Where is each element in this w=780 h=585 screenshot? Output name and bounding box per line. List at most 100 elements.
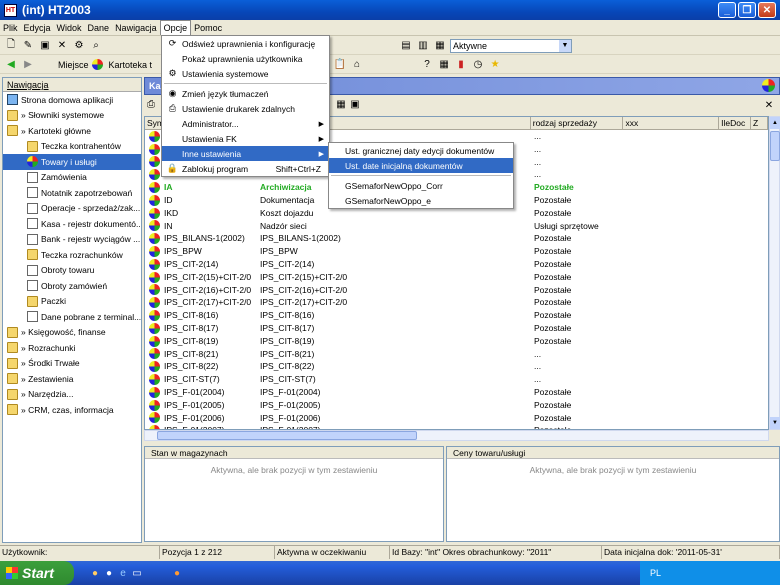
scroll-up-icon[interactable]: ▲ <box>770 117 780 129</box>
table-row[interactable]: IPS_CIT-2(14) IPS_CIT-2(14) Pozostałe <box>145 258 768 271</box>
language-indicator[interactable]: PL <box>650 568 661 578</box>
star-icon[interactable]: ★ <box>488 58 502 72</box>
nav-item[interactable]: » Zestawienia <box>3 371 141 387</box>
new-icon[interactable]: 🗋 <box>4 39 18 53</box>
opcje-menu-item[interactable]: Pokaż uprawnienia użytkownika <box>162 51 329 66</box>
grid-icon[interactable]: ▦ <box>334 98 348 112</box>
nav-item[interactable]: Strona domowa aplikacji <box>3 92 141 108</box>
report-icon[interactable]: ▤ <box>399 39 413 53</box>
nav-item[interactable]: Bank - rejestr wyciągów ... <box>3 232 141 248</box>
table-row[interactable]: IPS_CIT-8(21) IPS_CIT-8(21)... <box>145 348 768 361</box>
nav-item[interactable]: Towary i usługi <box>3 154 141 170</box>
vertical-scrollbar[interactable]: ▲ ▼ <box>769 116 780 430</box>
menu-7[interactable]: Pomoc <box>191 21 225 35</box>
menu-4[interactable]: Dane <box>85 21 113 35</box>
submenu-item[interactable]: Ust. granicznej daty edycji dokumentów <box>329 143 513 158</box>
place-value[interactable]: Kartoteka t <box>109 60 153 70</box>
table-row[interactable]: IPS_CIT-2(16)+CIT-2/0 IPS_CIT-2(16)+CIT-2… <box>145 284 768 297</box>
status-combo[interactable]: Aktywne ▼ <box>450 38 572 53</box>
nav-item[interactable]: » CRM, czas, informacja <box>3 402 141 418</box>
opcje-menu-item[interactable]: 🔒 Zablokuj program Shift+Ctrl+Z <box>162 161 329 176</box>
nav-item[interactable]: » Słowniki systemowe <box>3 108 141 124</box>
opcje-menu-item[interactable]: ⎙ Ustawienie drukarek zdalnych <box>162 101 329 116</box>
maximize-button[interactable]: ❐ <box>738 2 756 18</box>
scroll-thumb[interactable] <box>770 131 780 161</box>
nav-item[interactable]: Dane pobrane z terminal... <box>3 309 141 325</box>
quicklaunch-icon[interactable]: ● <box>102 566 116 580</box>
nav-item[interactable]: » Rozrachunki <box>3 340 141 356</box>
nav-item[interactable]: » Kartoteki główne <box>3 123 141 139</box>
hscroll-thumb[interactable] <box>157 431 417 440</box>
books-icon[interactable]: ▮ <box>454 58 468 72</box>
menu-2[interactable]: Edycja <box>21 21 54 35</box>
nav-item[interactable]: Operacje - sprzedaż/zak... <box>3 201 141 217</box>
table-row[interactable]: IPS_F-01(2004) IPS_F-01(2004) Pozostałe <box>145 386 768 399</box>
opcje-menu-item[interactable]: ⟳ Odśwież uprawnienia i konfigurację <box>162 36 329 51</box>
menu-1[interactable]: Plik <box>0 21 21 35</box>
nav-item[interactable]: Zamówienia <box>3 170 141 186</box>
clipboard-icon[interactable]: 📋 <box>333 58 347 72</box>
search-icon[interactable]: ⌕ <box>89 39 103 53</box>
nav-item[interactable]: » Środki Trwałe <box>3 356 141 372</box>
close-button[interactable]: ✕ <box>758 2 776 18</box>
minimize-button[interactable]: _ <box>718 2 736 18</box>
delete-icon[interactable]: ✕ <box>55 39 69 53</box>
filter-icon[interactable]: ▦ <box>433 39 447 53</box>
nav-item[interactable]: » Księgowość, finanse <box>3 325 141 341</box>
opcje-menu-item[interactable]: Ustawienia FK ▶ <box>162 131 329 146</box>
edit-icon[interactable]: ✎ <box>21 39 35 53</box>
columns-icon[interactable]: ▥ <box>416 39 430 53</box>
chevron-down-icon[interactable]: ▼ <box>559 39 571 52</box>
taskbar-app-icon[interactable]: ● <box>170 566 184 580</box>
column-header[interactable]: rodzaj sprzedaży <box>531 117 624 129</box>
save-icon[interactable]: ▣ <box>38 39 52 53</box>
submenu-item[interactable]: GSemaforNewOppo_Corr <box>329 178 513 193</box>
submenu-item[interactable]: Ust. date inicjalną dokumentów <box>329 158 513 173</box>
table-row[interactable]: IPS_F-01(2005) IPS_F-01(2005) Pozostałe <box>145 399 768 412</box>
nav-item[interactable]: Notatnik zapotrzebowań <box>3 185 141 201</box>
table-row[interactable]: IN Nadzór sieci Usługi sprzętowe <box>145 220 768 233</box>
table-row[interactable]: IPS_CIT-8(19) IPS_CIT-8(19) Pozostałe <box>145 335 768 348</box>
table-row[interactable]: IPS_CIT-8(16) IPS_CIT-8(16) Pozostałe <box>145 309 768 322</box>
ie-icon[interactable]: e <box>116 566 130 580</box>
nav-item[interactable]: Obroty towaru <box>3 263 141 279</box>
opcje-menu-item[interactable]: ⚙ Ustawienia systemowe <box>162 66 329 81</box>
desktop-icon[interactable]: ▭ <box>130 566 144 580</box>
menu-5[interactable]: Nawigacja <box>112 21 160 35</box>
close-pane-icon[interactable]: ✕ <box>762 98 776 112</box>
nav-item[interactable]: Obroty zamówień <box>3 278 141 294</box>
nav-item[interactable]: » Narzędzia... <box>3 387 141 403</box>
home-icon[interactable]: ⌂ <box>350 58 364 72</box>
column-header[interactable]: Z <box>751 117 768 129</box>
calculator-icon[interactable]: ▦ <box>437 58 451 72</box>
opcje-menu-item[interactable]: Administrator... ▶ <box>162 116 329 131</box>
table-row[interactable]: IPS_F-01(2006) IPS_F-01(2006) Pozostałe <box>145 412 768 425</box>
menu-6[interactable]: Opcje <box>159 20 192 35</box>
table-row[interactable]: IPS_CIT-8(17) IPS_CIT-8(17) Pozostałe <box>145 322 768 335</box>
table-row[interactable]: IPS_CIT-ST(7) IPS_CIT-ST(7)... <box>145 373 768 386</box>
nav-item[interactable]: Kasa - rejestr dokumentó... <box>3 216 141 232</box>
opcje-menu-item[interactable]: Inne ustawienia ▶ <box>162 146 329 161</box>
forward-icon[interactable]: ▶ <box>21 58 35 72</box>
submenu-item[interactable]: GSemaforNewOppo_e <box>329 193 513 208</box>
table-row[interactable]: IPS_CIT-2(15)+CIT-2/0 IPS_CIT-2(15)+CIT-2… <box>145 271 768 284</box>
horizontal-scrollbar[interactable] <box>144 430 769 441</box>
start-button[interactable]: Start <box>0 561 74 585</box>
table-row[interactable]: IPS_BPW IPS_BPW Pozostałe <box>145 245 768 258</box>
opcje-menu-item[interactable]: ◉ Zmień język tłumaczeń <box>162 86 329 101</box>
nav-item[interactable]: Teczka rozrachunków <box>3 247 141 263</box>
nav-item[interactable]: Teczka kontrahentów <box>3 139 141 155</box>
export-icon[interactable]: ▣ <box>348 98 362 112</box>
nav-item[interactable]: Paczki <box>3 294 141 310</box>
table-row[interactable]: IPS_CIT-8(22) IPS_CIT-8(22)... <box>145 360 768 373</box>
firefox-icon[interactable]: ● <box>88 566 102 580</box>
column-header[interactable]: IleDoc <box>719 117 752 129</box>
menu-3[interactable]: Widok <box>54 21 85 35</box>
column-header[interactable]: xxx <box>623 117 720 129</box>
back-icon[interactable]: ◀ <box>4 58 18 72</box>
table-row[interactable]: IPS_CIT-2(17)+CIT-2/0 IPS_CIT-2(17)+CIT-2… <box>145 296 768 309</box>
scroll-down-icon[interactable]: ▼ <box>770 417 780 429</box>
clock-icon[interactable]: ◷ <box>471 58 485 72</box>
print-icon[interactable]: ⎙ <box>144 98 158 112</box>
table-row[interactable]: IPS_BILANS-1(2002) IPS_BILANS-1(2002) Pozo… <box>145 232 768 245</box>
